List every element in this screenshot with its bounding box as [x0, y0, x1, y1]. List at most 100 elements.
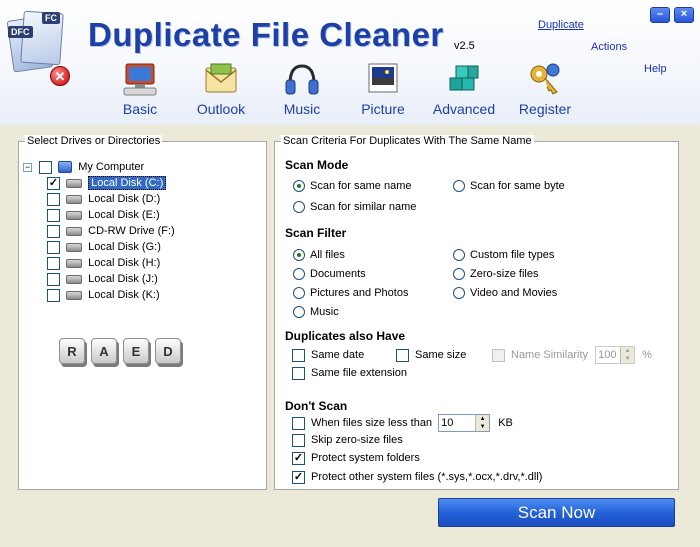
radio-music[interactable]: Music — [293, 305, 339, 319]
radio-video-indicator[interactable] — [453, 287, 465, 300]
computer-icon — [120, 60, 160, 98]
spin-up-icon[interactable]: ▲ — [621, 347, 634, 355]
similarity-value: 100 — [598, 349, 617, 361]
radio-custom-types[interactable]: Custom file types — [453, 248, 554, 262]
tree-item-drive-k[interactable]: Local Disk (K:) — [23, 287, 175, 303]
tree-item-drive-h[interactable]: Local Disk (H:) — [23, 255, 175, 271]
checkbox-drive-c[interactable]: ✓ — [47, 176, 60, 190]
spin-down-icon[interactable]: ▼ — [621, 355, 634, 363]
checkbox-same-size-box[interactable] — [396, 348, 409, 362]
radio-music-indicator[interactable] — [293, 306, 305, 319]
checkbox-same-date-label: Same date — [311, 349, 365, 361]
toolbar-outlook[interactable]: Outlook — [186, 60, 256, 117]
checkbox-protect-files[interactable]: ✓ Protect other system files (*.sys,*.ocx… — [292, 470, 542, 484]
checkbox-protect-files-box[interactable]: ✓ — [292, 470, 305, 484]
checkbox-protect-folders[interactable]: ✓ Protect system folders — [292, 451, 420, 465]
toolbar-advanced[interactable]: Advanced — [429, 60, 499, 117]
drive-label: CD-RW Drive (F:) — [88, 225, 175, 238]
cd-drive-icon — [66, 226, 83, 236]
tree-item-drive-g[interactable]: Local Disk (G:) — [23, 239, 175, 255]
checkbox-same-ext-label: Same file extension — [311, 367, 407, 379]
dont-scan-heading: Don't Scan — [285, 399, 348, 413]
minimize-button[interactable]: – — [650, 7, 670, 23]
checkbox-same-size-label: Same size — [415, 349, 467, 361]
checkbox-drive-h[interactable] — [47, 256, 60, 270]
radio-all-files[interactable]: All files — [293, 248, 345, 262]
spin-down-icon[interactable]: ▼ — [476, 423, 489, 431]
size-value: 10 — [441, 417, 454, 429]
computer-icon — [58, 161, 73, 174]
radio-similar-name-indicator[interactable] — [293, 201, 305, 214]
checkbox-name-similarity-label: Name Similarity — [511, 348, 589, 361]
tree-item-drive-e[interactable]: Local Disk (E:) — [23, 207, 175, 223]
toolbar-register[interactable]: Register — [510, 60, 580, 117]
checkbox-name-similarity[interactable]: Name Similarity 100 ▲ ▼ % — [492, 346, 652, 364]
tree-item-drive-d[interactable]: Local Disk (D:) — [23, 191, 175, 207]
checkbox-drive-e[interactable] — [47, 208, 60, 222]
toolbar-music[interactable]: Music — [267, 60, 337, 117]
checkbox-drive-d[interactable] — [47, 192, 60, 206]
toolbar-basic[interactable]: Basic — [105, 60, 175, 117]
size-stepper[interactable]: 10 ▲ ▼ — [438, 414, 491, 432]
radio-zero-size-label: Zero-size files — [470, 268, 539, 280]
radio-zero-size-indicator[interactable] — [453, 268, 465, 281]
criteria-panel: Scan Criteria For Duplicates With The Sa… — [274, 135, 679, 490]
collapse-icon[interactable]: − — [23, 162, 32, 172]
radio-pictures-indicator[interactable] — [293, 287, 305, 300]
tree-root[interactable]: − My Computer — [23, 159, 175, 175]
app-version: v2.5 — [454, 40, 475, 52]
similarity-stepper[interactable]: 100 ▲ ▼ — [595, 346, 636, 364]
toolbar-picture[interactable]: Picture — [348, 60, 418, 117]
radio-same-byte-indicator[interactable] — [453, 180, 465, 193]
checkbox-same-ext[interactable]: Same file extension — [292, 366, 407, 380]
tree-item-drive-f[interactable]: CD-RW Drive (F:) — [23, 223, 175, 239]
checkbox-protect-folders-box[interactable]: ✓ — [292, 451, 305, 465]
radio-documents[interactable]: Documents — [293, 267, 366, 281]
checkbox-skip-zero-box[interactable] — [292, 433, 305, 447]
radio-documents-indicator[interactable] — [293, 268, 305, 281]
hard-drive-icon — [66, 178, 83, 188]
duplicates-also-heading: Duplicates also Have — [285, 329, 406, 343]
spin-up-icon[interactable]: ▲ — [476, 415, 489, 423]
radio-zero-size[interactable]: Zero-size files — [453, 267, 538, 281]
tree-item-drive-c[interactable]: ✓ Local Disk (C:) — [23, 175, 175, 191]
checkbox-skip-zero[interactable]: Skip zero-size files — [292, 433, 403, 447]
radio-similar-name[interactable]: Scan for similar name — [293, 200, 416, 214]
drive-label: Local Disk (J:) — [88, 273, 158, 286]
app-logo: DFC FC ✕ — [6, 8, 72, 88]
menu-duplicate[interactable]: Duplicate — [538, 19, 584, 31]
scan-now-button[interactable]: Scan Now — [438, 498, 675, 527]
checkbox-drive-j[interactable] — [47, 272, 60, 286]
checkbox-same-date-box[interactable] — [292, 348, 305, 362]
similarity-stepper-buttons[interactable]: ▲ ▼ — [620, 347, 635, 363]
radio-custom-types-indicator[interactable] — [453, 249, 465, 262]
checkbox-same-ext-box[interactable] — [292, 366, 305, 380]
radio-pictures[interactable]: Pictures and Photos — [293, 286, 408, 300]
radio-all-files-indicator[interactable] — [293, 249, 305, 262]
radio-all-files-label: All files — [310, 249, 345, 261]
criteria-panel-title: Scan Criteria For Duplicates With The Sa… — [281, 135, 534, 147]
radio-same-byte[interactable]: Scan for same byte — [453, 179, 565, 193]
checkbox-size-less-box[interactable] — [292, 416, 305, 430]
radio-same-name[interactable]: Scan for same name — [293, 179, 412, 193]
checkbox-drive-f[interactable] — [47, 224, 60, 238]
checkbox-my-computer[interactable] — [39, 160, 53, 174]
menu-actions[interactable]: Actions — [591, 41, 627, 53]
scan-mode-heading: Scan Mode — [285, 158, 349, 172]
checkbox-size-less-label: When files size less than — [311, 416, 433, 429]
radio-same-name-label: Scan for same name — [310, 180, 412, 192]
checkbox-name-similarity-box[interactable] — [492, 348, 505, 362]
size-stepper-buttons[interactable]: ▲ ▼ — [475, 415, 490, 431]
radio-same-name-indicator[interactable] — [293, 180, 305, 193]
checkbox-same-date[interactable]: Same date — [292, 348, 364, 362]
checkbox-same-size[interactable]: Same size — [396, 348, 466, 362]
checkbox-drive-g[interactable] — [47, 240, 60, 254]
menu-help[interactable]: Help — [644, 63, 667, 75]
toolbar-outlook-label: Outlook — [196, 101, 246, 117]
checkbox-size-less[interactable]: When files size less than 10 ▲ ▼ KB — [292, 414, 513, 432]
close-button[interactable]: × — [674, 7, 694, 23]
drive-label: Local Disk (H:) — [88, 257, 161, 270]
radio-video[interactable]: Video and Movies — [453, 286, 557, 300]
checkbox-drive-k[interactable] — [47, 288, 60, 302]
tree-item-drive-j[interactable]: Local Disk (J:) — [23, 271, 175, 287]
